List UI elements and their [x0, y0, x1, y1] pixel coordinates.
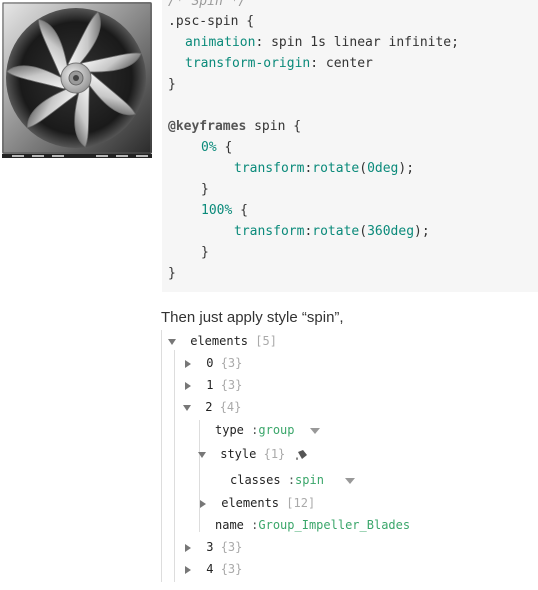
code-value: spin 1s linear infinite;	[263, 35, 459, 50]
code-close: }	[201, 182, 209, 197]
expand-arrow-icon[interactable]	[168, 338, 176, 345]
dropdown-arrow-icon[interactable]	[309, 427, 320, 434]
tree-guide	[199, 420, 200, 532]
tree-key: elements	[221, 496, 280, 510]
property-tree: elements [5] 0 {3} 1 {3} 2 {4} type :gro…	[161, 330, 538, 582]
code-keyframes-line: @keyframes spin {	[168, 119, 301, 134]
tree-prop-type[interactable]: type :group	[215, 421, 320, 439]
tree-key: name	[215, 518, 244, 532]
fan-image	[2, 2, 152, 158]
tree-node-style[interactable]: style {1}	[198, 445, 309, 463]
css-code-block: /* Spin */ .psc-spin { animation: spin 1…	[162, 0, 538, 292]
code-comment: /* Spin */	[168, 0, 247, 9]
tree-node-item[interactable]: 0 {3}	[185, 354, 242, 372]
code-pct: 0%	[201, 140, 217, 155]
tree-node-item[interactable]: 4 {3}	[185, 560, 242, 578]
code-close: }	[168, 77, 176, 92]
tree-key: 3	[206, 540, 214, 554]
tree-key: 4	[206, 562, 214, 576]
code-fn: rotate	[312, 224, 360, 239]
tree-count: [5]	[255, 334, 277, 348]
tree-key: elements	[190, 334, 249, 348]
tree-key: 0	[206, 356, 214, 370]
code-from-line: 0% {	[201, 140, 232, 155]
collapse-arrow-icon[interactable]	[185, 381, 191, 390]
tree-value[interactable]: Group_Impeller_Blades	[258, 518, 410, 532]
tree-count: {3}	[220, 562, 243, 576]
code-deg: 0deg	[367, 161, 399, 176]
tree-key: classes	[230, 473, 281, 487]
tree-guide	[174, 350, 175, 582]
collapse-arrow-icon[interactable]	[185, 543, 191, 552]
tree-value[interactable]: spin	[295, 473, 324, 487]
tree-key: type	[215, 423, 244, 437]
tree-key: style	[220, 447, 257, 461]
code-animation-line: animation: spin 1s linear infinite;	[185, 35, 459, 50]
code-value: center	[318, 56, 373, 71]
code-prop: animation	[185, 35, 256, 50]
tree-count: {3}	[220, 540, 243, 554]
code-prop: transform-origin	[185, 56, 311, 71]
code-transform-from: transform:rotate(0deg);	[234, 161, 415, 176]
code-origin-line: transform-origin: center	[185, 56, 373, 71]
collapse-arrow-icon[interactable]	[200, 499, 206, 508]
tree-prop-classes[interactable]: classes :spin	[230, 471, 356, 489]
code-deg: 360deg	[367, 224, 415, 239]
tree-node-item[interactable]: 3 {3}	[185, 538, 242, 556]
code-keyframes-name: spin {	[246, 119, 302, 134]
code-prop: transform	[234, 224, 305, 239]
tree-node-elements[interactable]: elements [5]	[168, 332, 277, 350]
tree-node-item[interactable]: 2 {4}	[183, 398, 241, 416]
tree-count: [12]	[286, 496, 316, 510]
fan-graphic	[2, 2, 152, 158]
tree-count: {4}	[219, 400, 242, 414]
code-keyword: @keyframes	[168, 119, 247, 134]
code-close: }	[201, 245, 209, 260]
code-transform-to: transform:rotate(360deg);	[234, 224, 430, 239]
code-to-line: 100% {	[201, 203, 248, 218]
code-selector: .psc-spin {	[168, 14, 255, 29]
code-pct: 100%	[201, 203, 233, 218]
tree-key: 1	[206, 378, 214, 392]
instruction-text: Then just apply style “spin”,	[161, 309, 344, 326]
code-close: }	[168, 266, 176, 281]
tree-prop-name[interactable]: name :Group_Impeller_Blades	[215, 516, 410, 534]
tree-count: {1}	[263, 447, 286, 461]
paint-bucket-icon[interactable]	[295, 449, 309, 461]
tree-count: {3}	[220, 378, 243, 392]
tree-node-item[interactable]: 1 {3}	[185, 376, 242, 394]
tree-key: 2	[205, 400, 213, 414]
tree-guide	[161, 330, 162, 582]
dropdown-arrow-icon[interactable]	[345, 477, 356, 484]
code-brace: {	[232, 203, 248, 218]
code-fn: rotate	[312, 161, 360, 176]
collapse-arrow-icon[interactable]	[185, 565, 191, 574]
expand-arrow-icon[interactable]	[198, 451, 206, 458]
tree-value[interactable]: group	[258, 423, 294, 437]
code-prop: transform	[234, 161, 305, 176]
expand-arrow-icon[interactable]	[183, 404, 191, 411]
tree-count: {3}	[220, 356, 243, 370]
code-brace: {	[216, 140, 233, 155]
collapse-arrow-icon[interactable]	[185, 359, 191, 368]
tree-node-elements-nested[interactable]: elements [12]	[200, 494, 315, 512]
